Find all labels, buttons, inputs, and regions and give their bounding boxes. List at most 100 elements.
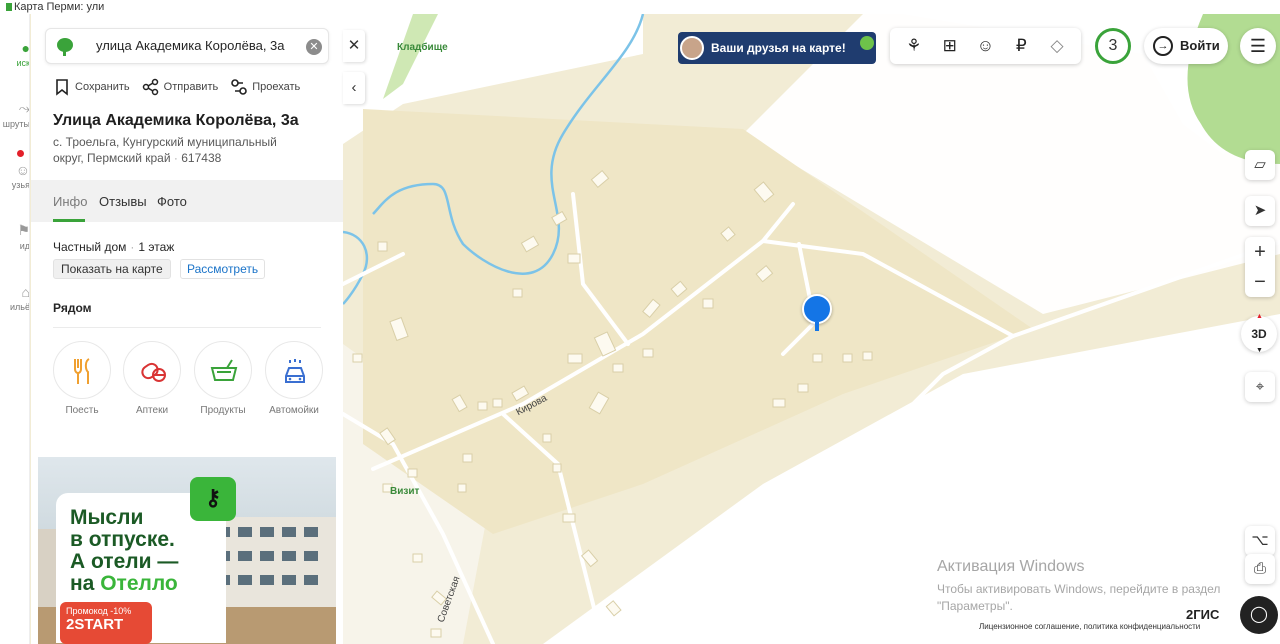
share-label: Отправить xyxy=(163,81,219,93)
category-grocery[interactable]: Продукты xyxy=(192,341,254,416)
route-icon: ⤳ xyxy=(18,100,30,116)
share-icon xyxy=(142,78,158,96)
ad-brand: Отелло xyxy=(100,572,178,595)
ruler-button[interactable]: ▱ xyxy=(1245,150,1275,180)
chat-button[interactable]: ◯ xyxy=(1240,596,1278,634)
print-icon: ⎙ xyxy=(1253,560,1266,577)
search-input[interactable] xyxy=(96,38,296,53)
ad-banner[interactable]: ⚷ Мысли в отпуске. А отели — на Отелло П… xyxy=(38,457,336,644)
rail-item-friends[interactable]: ☺ узья xyxy=(0,162,30,190)
zoom-control: + − xyxy=(1245,237,1275,297)
housing-icon: ⌂ xyxy=(21,284,30,300)
search-pin-icon: ● xyxy=(21,40,30,56)
map-label-cemetery[interactable]: Кладбище xyxy=(397,42,448,53)
map-canvas[interactable]: Кладбище Кирова Советская Визит Ваши дру… xyxy=(343,14,1280,644)
tree-icon[interactable]: ⚘ xyxy=(902,34,926,58)
windows-activation-title: Активация Windows xyxy=(937,558,1085,575)
menu-button[interactable]: ☰ xyxy=(1240,28,1276,64)
active-tab-indicator xyxy=(53,219,85,222)
place-tabs: Инфо Отзывы Фото xyxy=(31,180,343,222)
chat-icon: ◯ xyxy=(1250,606,1268,623)
my-location-button[interactable]: ➤ xyxy=(1245,196,1275,226)
route-button[interactable]: Проехать xyxy=(230,78,300,96)
location-marker[interactable] xyxy=(802,294,832,336)
show-on-map-button[interactable]: Показать на карте xyxy=(53,259,171,279)
carwash-icon xyxy=(285,359,305,383)
notifications-counter[interactable]: 3 xyxy=(1095,28,1131,64)
ad-headline: Мысли в отпуске. А отели — на Отелло xyxy=(70,507,230,595)
food-icon xyxy=(74,358,90,384)
bus-icon[interactable]: ⊞ xyxy=(938,34,962,58)
house-info: Частный дом · 1 этаж xyxy=(53,240,175,254)
category-pharmacy[interactable]: Аптеки xyxy=(121,341,183,416)
route-icon xyxy=(231,79,248,95)
rail-item-guide[interactable]: ⚑ ид xyxy=(0,222,30,251)
window-title: Карта Перми: ули xyxy=(14,1,105,13)
window-titlebar: Карта Перми: ули xyxy=(0,0,1280,14)
share-icon: ⌥ xyxy=(1251,532,1269,549)
search-box[interactable]: ✕ xyxy=(45,28,329,64)
category-carwash[interactable]: Автомойки xyxy=(263,341,325,416)
close-icon: ✕ xyxy=(347,37,361,54)
collapse-panel-button[interactable]: ‹ xyxy=(343,72,365,104)
place-panel: ✕ Сохранить Отправить Проехать Улица Ака… xyxy=(31,14,343,644)
app-icon xyxy=(6,3,12,11)
category-label: Поесть xyxy=(65,405,99,416)
category-food[interactable]: Поесть xyxy=(51,341,113,416)
share-button[interactable]: Отправить xyxy=(142,78,219,96)
clear-search-icon[interactable]: ✕ xyxy=(306,39,322,55)
promo-code: 2START xyxy=(66,616,124,633)
map-pin-button[interactable]: ⌖ xyxy=(1245,372,1275,402)
place-address: с. Троельга, Кунгурский муниципальный ок… xyxy=(53,135,277,165)
notification-dot xyxy=(17,150,24,157)
rail-item-label: шруты xyxy=(2,119,30,129)
ad-line-4-prefix: на xyxy=(70,572,101,595)
rail-item-search[interactable]: ● иск xyxy=(0,40,30,68)
tab-reviews[interactable]: Отзывы xyxy=(99,194,147,209)
zoom-out-button[interactable]: − xyxy=(1245,267,1275,297)
guide-icon: ⚑ xyxy=(17,222,30,238)
rail-item-label: узья xyxy=(11,180,30,190)
print-button[interactable]: ⎙ xyxy=(1245,554,1275,584)
address-line-2: округ, Пермский край xyxy=(53,151,171,165)
ruble-icon[interactable]: ₽ xyxy=(1009,34,1033,58)
share-map-button[interactable]: ⌥ xyxy=(1245,526,1275,556)
grocery-icon xyxy=(210,359,238,381)
zoom-in-button[interactable]: + xyxy=(1245,237,1275,267)
house-floors: 1 этаж xyxy=(138,240,175,254)
postcode: 617438 xyxy=(181,151,222,165)
left-rail: ● иск ⤳ шруты ☺ узья ⚑ ид ⌂ ильё xyxy=(0,14,30,644)
save-button[interactable]: Сохранить xyxy=(53,78,130,96)
close-panel-button[interactable]: ✕ xyxy=(343,30,365,62)
legal-links[interactable]: Лицензионное соглашение, политика конфид… xyxy=(979,622,1200,631)
ball-icon xyxy=(860,36,874,50)
category-label: Автомойки xyxy=(269,405,319,416)
map-label-vizit[interactable]: Визит xyxy=(390,486,419,497)
address-line-1: с. Троельга, Кунгурский муниципальный xyxy=(53,135,277,149)
route-label: Проехать xyxy=(252,81,301,93)
rail-item-label: ид xyxy=(19,241,30,251)
ad-line-3: А отели — xyxy=(70,550,179,573)
login-button[interactable]: → Войти xyxy=(1144,28,1228,64)
nearby-title: Рядом xyxy=(53,301,92,315)
rail-item-routes[interactable]: ⤳ шруты xyxy=(0,100,30,129)
layers-icon[interactable]: ◇ xyxy=(1045,34,1069,58)
ad-line-2: в отпуске. xyxy=(70,528,175,551)
friends-on-map-banner[interactable]: Ваши друзья на карте! xyxy=(678,32,876,64)
windows-activation-text: Чтобы активировать Windows, перейдите в … xyxy=(937,581,1220,615)
3d-label: 3D xyxy=(1251,327,1267,341)
rail-item-housing[interactable]: ⌂ ильё xyxy=(0,284,30,312)
tab-photos[interactable]: Фото xyxy=(157,194,187,209)
category-label: Аптеки xyxy=(135,405,169,416)
pharmacy-icon xyxy=(141,362,166,382)
people-icon[interactable]: ☺ xyxy=(973,34,997,58)
login-icon: → xyxy=(1153,36,1173,56)
cian-watermark: циан xyxy=(937,499,1071,562)
rail-item-label: ильё xyxy=(10,302,30,312)
promo-label: Промокод -10% xyxy=(66,606,132,616)
ruler-icon: ▱ xyxy=(1254,156,1266,173)
tab-info[interactable]: Инфо xyxy=(53,194,87,209)
view-button[interactable]: Рассмотреть xyxy=(180,259,266,279)
3d-button[interactable]: ▲ 3D ▼ xyxy=(1241,313,1277,354)
bookmark-icon xyxy=(56,79,68,96)
